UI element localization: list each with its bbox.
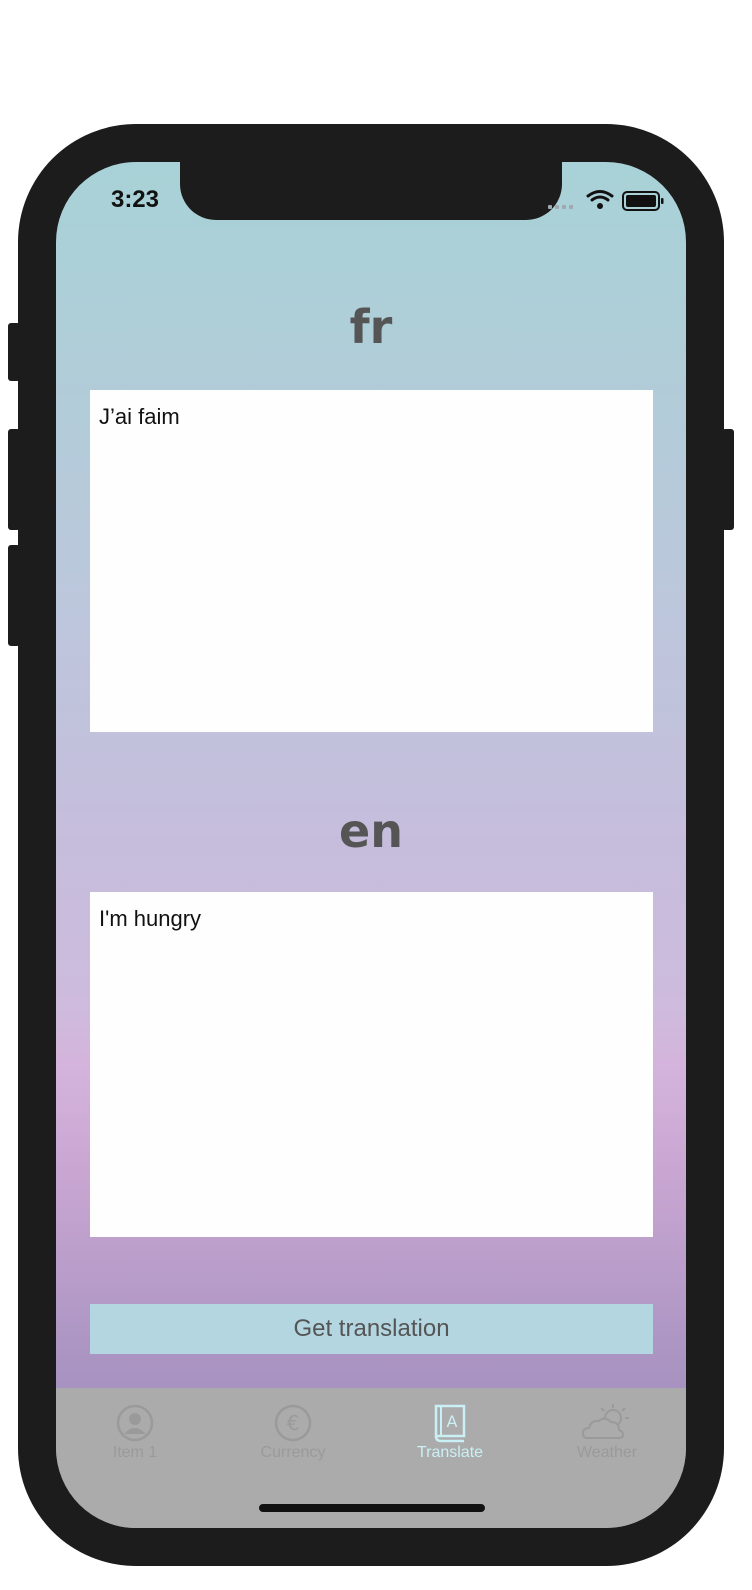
target-language-label: en [339, 804, 403, 858]
mute-switch [8, 323, 20, 381]
source-text-input[interactable]: J’ai faim [90, 390, 653, 732]
tab-weather-label: Weather [576, 1444, 638, 1461]
battery-icon [622, 191, 664, 211]
notch [180, 162, 562, 220]
target-text-output[interactable]: I'm hungry [90, 892, 653, 1237]
tab-translate[interactable]: A Translate [390, 1402, 510, 1472]
euro-icon: € [274, 1404, 312, 1442]
signal-icon [548, 205, 573, 209]
volume-down-button [8, 545, 20, 646]
person-icon [116, 1404, 154, 1442]
tab-weather[interactable]: Weather [547, 1402, 667, 1472]
book-icon: A [434, 1404, 466, 1443]
wifi-icon [586, 190, 614, 209]
volume-up-button [8, 429, 20, 530]
status-icons [548, 186, 668, 216]
tab-translate-label: Translate [416, 1444, 484, 1461]
tab-bar: Item 1 € Currency A Translate Weather [56, 1388, 686, 1528]
weather-icon [581, 1404, 629, 1439]
home-indicator[interactable] [259, 1504, 485, 1512]
tab-item-1[interactable]: Item 1 [75, 1402, 195, 1472]
status-time: 3:23 [110, 186, 160, 213]
svg-text:€: € [287, 1411, 300, 1435]
svg-text:A: A [447, 1412, 458, 1431]
tab-currency[interactable]: € Currency [233, 1402, 353, 1472]
power-button [722, 429, 734, 530]
tab-currency-label: Currency [260, 1444, 326, 1461]
source-language-label: fr [349, 300, 393, 354]
get-translation-button[interactable]: Get translation [90, 1304, 653, 1354]
tab-item-1-label: Item 1 [112, 1444, 158, 1461]
